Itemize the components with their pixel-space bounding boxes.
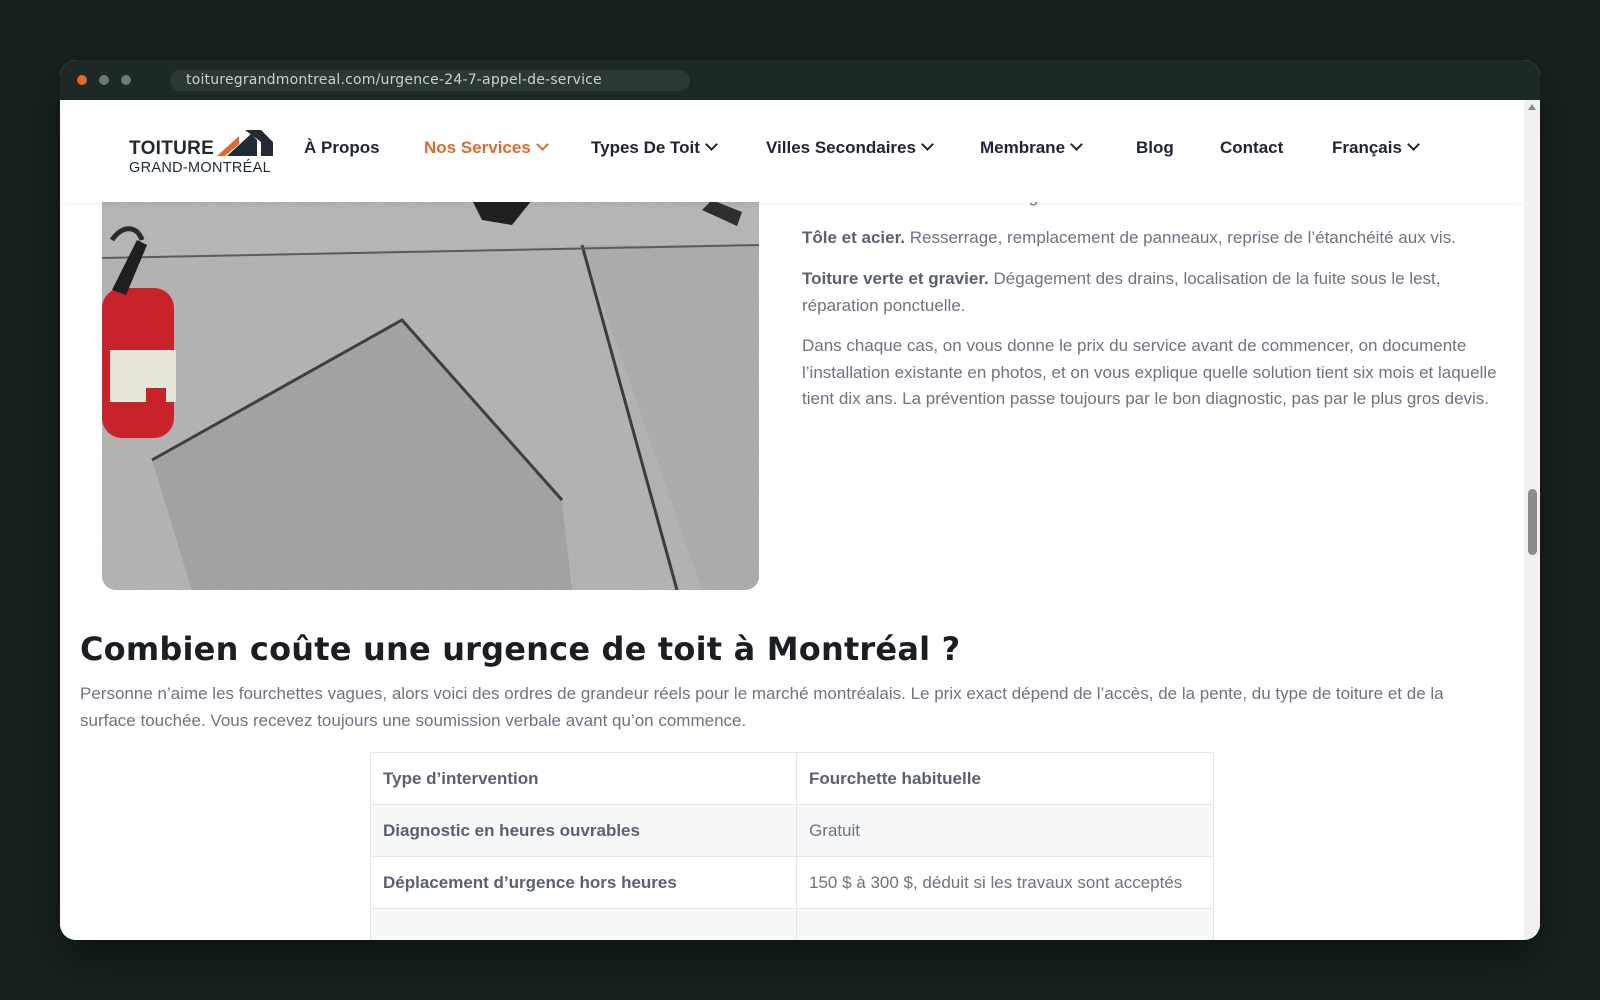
nav-item-villes-secondaires[interactable]: Villes Secondaires bbox=[766, 138, 934, 158]
nav-item-membrane[interactable]: Membrane bbox=[980, 138, 1083, 158]
roof-photo bbox=[102, 200, 759, 590]
table-row: Déplacement d’urgence hors heures 150 $ … bbox=[370, 856, 1214, 909]
table-cell-type bbox=[370, 908, 797, 940]
table-cell-range: Gratuit bbox=[796, 804, 1214, 857]
table-header-cell: Type d’intervention bbox=[370, 752, 797, 805]
address-bar[interactable]: toituregrandmontreal.com/urgence-24-7-ap… bbox=[170, 70, 690, 91]
chevron-down-icon bbox=[1070, 138, 1083, 151]
scroll-up-arrow-icon[interactable] bbox=[1528, 104, 1536, 110]
service-paragraph: Dans chaque cas, on vous donne le prix d… bbox=[802, 336, 1497, 408]
service-item-title: Toiture verte et gravier. bbox=[802, 269, 989, 288]
roof-photo-image bbox=[102, 200, 759, 590]
table-cell-type: Diagnostic en heures ouvrables bbox=[370, 804, 797, 857]
site-header: TOITURE GRAND-MONTRÉAL À Propos Nos Serv… bbox=[60, 100, 1524, 202]
section-intro: Personne n’aime les fourchettes vagues, … bbox=[80, 684, 1444, 730]
table-row bbox=[370, 908, 1214, 940]
scrollbar-thumb[interactable] bbox=[1528, 489, 1537, 555]
logo-subtext: GRAND-MONTRÉAL bbox=[129, 160, 271, 176]
table-cell-type: Déplacement d’urgence hors heures bbox=[370, 856, 797, 909]
nav-item-nos-services[interactable]: Nos Services bbox=[424, 138, 549, 158]
browser-chrome: toituregrandmontreal.com/urgence-24-7-ap… bbox=[60, 60, 1540, 100]
service-item-green-roof: Toiture verte et gravier. Dégagement des… bbox=[802, 266, 1507, 319]
scrollbar[interactable] bbox=[1524, 100, 1540, 940]
table-header-cell: Fourchette habituelle bbox=[796, 752, 1214, 805]
minimize-window-dot[interactable] bbox=[99, 75, 109, 85]
table-cell-range: 150 $ à 300 $, déduit si les travaux son… bbox=[796, 856, 1214, 909]
chevron-down-icon bbox=[1407, 138, 1420, 151]
service-item-metal: Tôle et acier. Resserrage, remplacement … bbox=[802, 225, 1507, 252]
site-logo[interactable]: TOITURE GRAND-MONTRÉAL bbox=[129, 128, 279, 176]
nav-item-blog[interactable]: Blog bbox=[1136, 138, 1174, 158]
chevron-down-icon bbox=[535, 138, 549, 151]
close-window-dot[interactable] bbox=[77, 75, 87, 85]
section-heading: Combien coûte une urgence de toit à Mont… bbox=[80, 630, 961, 668]
chevron-down-icon bbox=[921, 138, 934, 151]
nav-item-a-propos[interactable]: À Propos bbox=[304, 138, 380, 158]
table-row: Diagnostic en heures ouvrables Gratuit bbox=[370, 804, 1214, 857]
service-item-title: Tôle et acier. bbox=[802, 228, 905, 247]
maximize-window-dot[interactable] bbox=[121, 75, 131, 85]
service-item-text: Resserrage, remplacement de panneaux, re… bbox=[909, 228, 1456, 247]
page-viewport: révision des drains et des margelles. Tô… bbox=[60, 100, 1524, 940]
browser-window: toituregrandmontreal.com/urgence-24-7-ap… bbox=[60, 60, 1540, 940]
table-cell-range bbox=[796, 908, 1214, 940]
price-table: Type d’intervention Fourchette habituell… bbox=[370, 752, 1214, 940]
nav-item-types-de-toit[interactable]: Types De Toit bbox=[591, 138, 718, 158]
chevron-down-icon bbox=[705, 138, 718, 151]
nav-item-contact[interactable]: Contact bbox=[1220, 138, 1283, 158]
logo-text: TOITURE bbox=[129, 138, 215, 159]
roof-logo-icon bbox=[217, 130, 273, 156]
nav-item-language[interactable]: Français bbox=[1332, 138, 1420, 158]
table-header-row: Type d’intervention Fourchette habituell… bbox=[370, 752, 1214, 805]
